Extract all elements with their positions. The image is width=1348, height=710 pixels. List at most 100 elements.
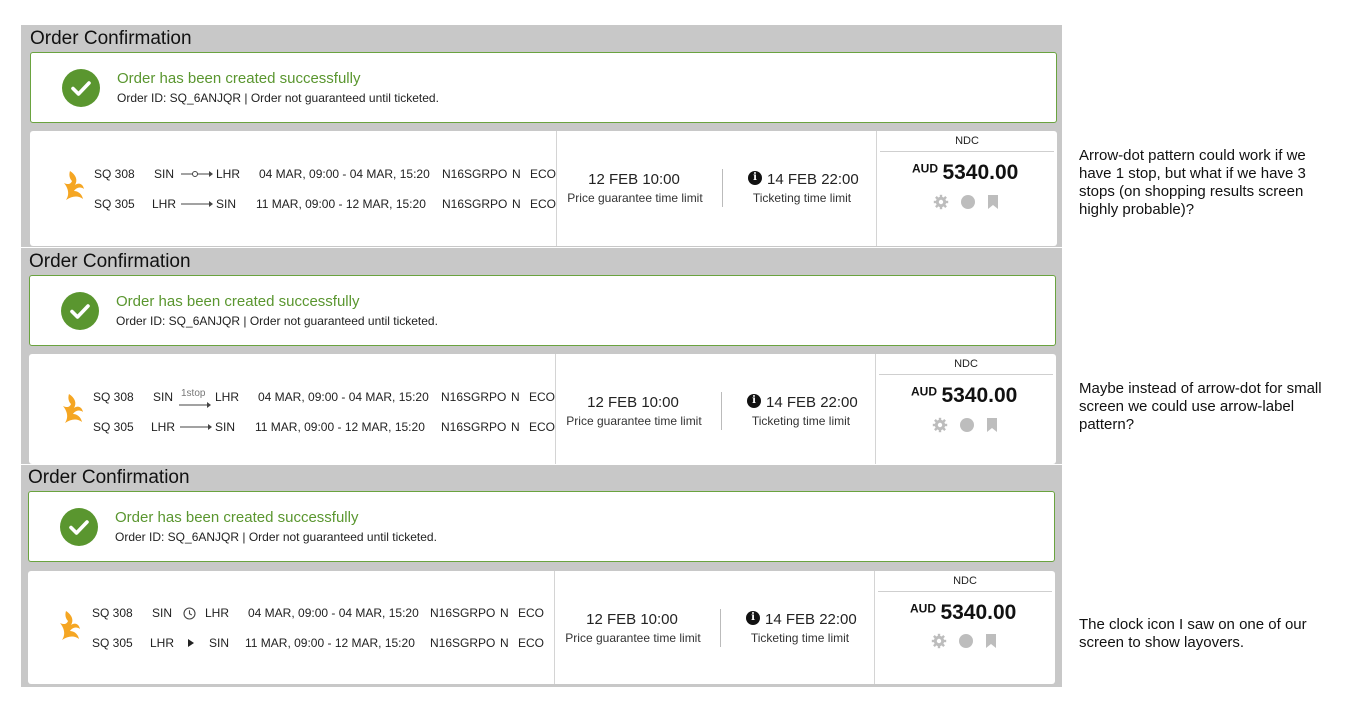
check-circle-icon [60, 508, 98, 546]
booking-class: N [512, 197, 521, 211]
order-panel-arrow-label: Order Confirmation Order has been create… [21, 248, 1062, 464]
price-guarantee-label: Price guarantee time limit [565, 631, 701, 645]
fare-basis: N16SGRPO [441, 420, 507, 434]
success-subtitle: Order ID: SQ_6ANJQR | Order not guarante… [116, 314, 438, 328]
price-guarantee-label: Price guarantee time limit [567, 191, 703, 205]
column-divider [720, 609, 721, 647]
success-subtitle: Order ID: SQ_6ANJQR | Order not guarante… [115, 530, 437, 544]
order-panel-arrow-dot: Order Confirmation Order has been create… [21, 25, 1062, 247]
singapore-airlines-logo [60, 611, 80, 640]
circle-icon[interactable] [960, 194, 976, 210]
price-guarantee-value: 12 FEB 10:00 [587, 394, 679, 411]
page-title: Order Confirmation [29, 251, 191, 272]
singapore-airlines-logo [64, 171, 84, 200]
gear-icon[interactable] [932, 417, 948, 433]
column-divider [554, 571, 555, 684]
success-banner: Order has been created successfully Orde… [30, 52, 1057, 123]
fare-basis: N16SGRPO [441, 390, 507, 404]
ticketing-limit-label: Ticketing time limit [752, 191, 852, 205]
column-divider [721, 392, 722, 430]
flight-number: SQ 308 [94, 167, 135, 181]
ticketing-limit-label: Ticketing time limit [751, 414, 851, 428]
total-price: AUD 5340.00 [911, 384, 1017, 408]
booking-class: N [511, 420, 520, 434]
origin: LHR [151, 420, 176, 434]
price-amount: 5340.00 [942, 161, 1019, 184]
cabin: ECO [518, 606, 545, 620]
booking-class: N [512, 167, 521, 181]
order-panel-clock: Order Confirmation Order has been create… [21, 465, 1062, 687]
success-title: Order has been created successfully [117, 70, 361, 87]
destination: LHR [215, 390, 240, 404]
success-title: Order has been created successfully [116, 293, 360, 310]
ticketing-limit-value: 14 FEB 22:00 [766, 394, 858, 411]
booking-class: N [500, 606, 509, 620]
destination: SIN [216, 197, 237, 211]
route-arrow [179, 402, 211, 408]
total-price: AUD 5340.00 [910, 601, 1016, 625]
route-arrow [181, 201, 213, 207]
flight-card[interactable]: SQ 308 SIN LHR 04 MAR, 09:00 - 04 MAR, 1… [30, 131, 1057, 246]
flight-times: 11 MAR, 09:00 - 12 MAR, 15:20 [255, 420, 425, 434]
total-price: AUD 5340.00 [912, 161, 1018, 185]
info-icon[interactable]: i [746, 611, 760, 625]
ndc-label: NDC [878, 575, 1052, 592]
info-icon[interactable]: i [747, 394, 761, 408]
flight-number: SQ 308 [93, 390, 134, 404]
page-title: Order Confirmation [28, 467, 190, 488]
price-guarantee-value: 12 FEB 10:00 [588, 171, 680, 188]
bookmark-icon[interactable] [986, 194, 1000, 210]
bookmark-icon[interactable] [985, 417, 999, 433]
column-divider [722, 169, 723, 207]
fare-basis: N16SGRPO [442, 167, 508, 181]
currency: AUD [912, 161, 938, 176]
destination: LHR [216, 167, 241, 181]
ndc-label: NDC [880, 135, 1054, 152]
flight-number: SQ 305 [94, 197, 135, 211]
fare-basis: N16SGRPO [430, 606, 496, 620]
booking-class: N [500, 636, 509, 650]
success-banner: Order has been created successfully Orde… [29, 275, 1056, 346]
origin: LHR [152, 197, 177, 211]
bookmark-icon[interactable] [984, 633, 998, 649]
cabin: ECO [529, 420, 556, 434]
origin: SIN [152, 606, 173, 620]
flight-number: SQ 305 [92, 636, 133, 650]
gear-icon[interactable] [931, 633, 947, 649]
ndc-label: NDC [879, 358, 1053, 375]
page-title: Order Confirmation [30, 28, 192, 49]
circle-icon[interactable] [959, 417, 975, 433]
clock-icon [183, 607, 196, 620]
flight-card[interactable]: SQ 308 SIN 1stop LHR 04 MAR, 09:00 - 04 … [29, 354, 1056, 464]
annotation-note-clock: The clock icon I saw on one of our scree… [1079, 616, 1307, 651]
ticketing-limit-value: 14 FEB 22:00 [767, 171, 859, 188]
check-circle-icon [61, 292, 99, 330]
singapore-airlines-logo [63, 394, 83, 423]
flight-times: 04 MAR, 09:00 - 04 MAR, 15:20 [259, 167, 430, 181]
origin: LHR [150, 636, 175, 650]
price-amount: 5340.00 [941, 384, 1018, 407]
annotation-note-arrow-dot: Arrow-dot pattern could work if we have … [1079, 147, 1306, 218]
flight-number: SQ 308 [92, 606, 133, 620]
cabin: ECO [530, 167, 557, 181]
flight-times: 11 MAR, 09:00 - 12 MAR, 15:20 [256, 197, 426, 211]
fare-basis: N16SGRPO [430, 636, 496, 650]
gear-icon[interactable] [933, 194, 949, 210]
price-amount: 5340.00 [940, 601, 1017, 624]
cabin: ECO [529, 390, 556, 404]
info-icon[interactable]: i [748, 171, 762, 185]
destination: SIN [215, 420, 236, 434]
route-arrow [180, 424, 212, 430]
flight-times: 04 MAR, 09:00 - 04 MAR, 15:20 [248, 606, 419, 620]
cabin: ECO [518, 636, 545, 650]
success-subtitle: Order ID: SQ_6ANJQR | Order not guarante… [117, 91, 439, 105]
success-banner: Order has been created successfully Orde… [28, 491, 1055, 562]
origin: SIN [153, 390, 174, 404]
flight-card[interactable]: SQ 308 SIN LHR 04 MAR, 09:00 - 04 MAR, 1… [28, 571, 1055, 684]
ticketing-limit-label: Ticketing time limit [750, 631, 850, 645]
destination: LHR [205, 606, 230, 620]
circle-icon[interactable] [958, 633, 974, 649]
flight-times: 11 MAR, 09:00 - 12 MAR, 15:20 [245, 636, 415, 650]
route-arrow-dot [181, 171, 213, 177]
price-guarantee-value: 12 FEB 10:00 [586, 611, 678, 628]
